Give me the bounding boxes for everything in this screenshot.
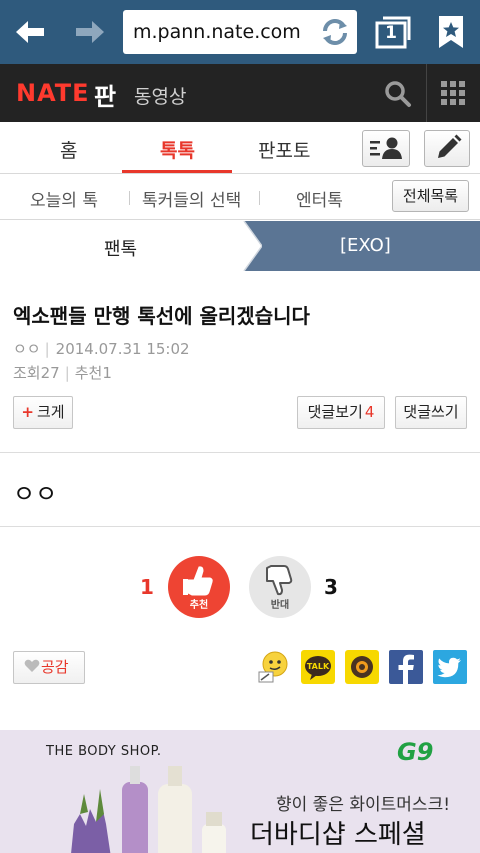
url-bar[interactable]: m.pann.nate.com bbox=[123, 10, 357, 54]
nate-logo[interactable]: NATE bbox=[16, 79, 90, 107]
pencil-icon bbox=[438, 134, 462, 158]
downvote-button[interactable]: 반대 bbox=[249, 556, 311, 618]
facebook-icon[interactable] bbox=[389, 650, 423, 684]
write-post-button[interactable] bbox=[424, 130, 470, 167]
heart-icon bbox=[24, 659, 40, 672]
comment-count: 4 bbox=[364, 403, 375, 421]
emoticon-icon[interactable] bbox=[257, 650, 291, 684]
back-arrow-icon[interactable] bbox=[10, 14, 50, 50]
tab-home[interactable]: 홈 bbox=[60, 136, 77, 163]
tab-toktok[interactable]: 톡톡 bbox=[160, 136, 195, 163]
tab-count: 1 bbox=[385, 23, 397, 43]
subtab-today[interactable]: 오늘의 톡 bbox=[30, 186, 98, 211]
downvote-label: 반대 bbox=[270, 600, 290, 611]
empathy-label: 공감 bbox=[41, 658, 69, 676]
kakaostory-icon[interactable] bbox=[345, 650, 379, 684]
g9-logo: G9 bbox=[397, 738, 434, 766]
empathy-button[interactable]: 공감 bbox=[13, 651, 85, 684]
author-name[interactable]: ㅇㅇ bbox=[13, 340, 41, 358]
view-comments-button[interactable]: 댓글보기 4 bbox=[297, 396, 385, 429]
font-bigger-label: 크게 bbox=[36, 403, 65, 421]
recommend-count: 추천1 bbox=[74, 364, 112, 382]
my-profile-button[interactable] bbox=[362, 130, 410, 167]
upvote-button[interactable]: 추천 bbox=[168, 556, 230, 618]
tab-panpoto[interactable]: 판포토 bbox=[258, 136, 310, 163]
product-bottles-image bbox=[71, 766, 226, 853]
plus-icon: + bbox=[21, 403, 34, 421]
profile-list-icon bbox=[370, 137, 402, 159]
divider bbox=[0, 452, 480, 453]
article-body: ㅇㅇ bbox=[13, 480, 58, 508]
twitter-icon[interactable] bbox=[433, 650, 467, 684]
apps-grid-icon[interactable] bbox=[441, 81, 465, 105]
breadcrumb-board[interactable]: [EXO] bbox=[340, 235, 391, 256]
main-tabs: 홈 톡톡 판포토 bbox=[0, 122, 480, 174]
subtab-entertainment[interactable]: 엔터톡 bbox=[296, 186, 343, 211]
subtab-divider bbox=[129, 191, 130, 205]
pan-logo[interactable]: 판 bbox=[94, 77, 116, 112]
url-text[interactable]: m.pann.nate.com bbox=[133, 21, 301, 43]
search-icon[interactable] bbox=[384, 80, 412, 108]
meta-separator: | bbox=[44, 340, 50, 358]
all-list-button[interactable]: 전체목록 bbox=[392, 180, 469, 212]
sub-tabs: 오늘의 톡 톡커들의 선택 엔터톡 전체목록 bbox=[0, 174, 480, 220]
view-comments-label: 댓글보기 bbox=[307, 403, 363, 421]
font-bigger-button[interactable]: + 크게 bbox=[13, 396, 73, 429]
browser-toolbar: m.pann.nate.com 1 bbox=[0, 0, 480, 64]
bookmark-icon[interactable] bbox=[435, 14, 467, 50]
write-comment-button[interactable]: 댓글쓰기 bbox=[395, 396, 467, 429]
article-title: 엑소팬들 만행 톡선에 올리겠습니다 bbox=[13, 304, 310, 328]
downvote-count: 3 bbox=[324, 575, 338, 599]
ad-banner[interactable]: THE BODY SHOP. G9 향이 좋은 화이트머스크! 더바디샵 스페셜 bbox=[0, 730, 480, 853]
article-stats: 조회27 | 추천1 bbox=[13, 362, 112, 383]
divider bbox=[0, 526, 480, 527]
subtab-choice[interactable]: 톡커들의 선택 bbox=[142, 186, 241, 211]
upvote-count: 1 bbox=[140, 575, 154, 599]
kakaotalk-icon[interactable]: TALK bbox=[301, 650, 335, 684]
view-count: 조회27 bbox=[13, 364, 60, 382]
ad-headline: 향이 좋은 화이트머스크! bbox=[276, 795, 451, 815]
site-header: NATE 판 동영상 bbox=[0, 64, 480, 122]
header-divider bbox=[426, 64, 427, 122]
article-meta: ㅇㅇ | 2014.07.31 15:02 bbox=[13, 338, 190, 359]
ad-title: 더바디샵 스페셜 bbox=[250, 820, 426, 850]
refresh-icon[interactable] bbox=[317, 15, 353, 49]
upvote-label: 추천 bbox=[189, 600, 209, 611]
post-date: 2014.07.31 15:02 bbox=[55, 340, 190, 358]
subtab-divider bbox=[259, 191, 260, 205]
active-tab-indicator bbox=[122, 170, 232, 173]
breadcrumb-category[interactable]: 팬톡 bbox=[104, 235, 137, 261]
meta-separator: | bbox=[64, 364, 70, 382]
breadcrumb: 팬톡 [EXO] bbox=[0, 221, 480, 271]
video-link[interactable]: 동영상 bbox=[134, 82, 186, 109]
kakaotalk-label: TALK bbox=[307, 662, 330, 671]
forward-arrow-icon[interactable] bbox=[70, 14, 110, 50]
